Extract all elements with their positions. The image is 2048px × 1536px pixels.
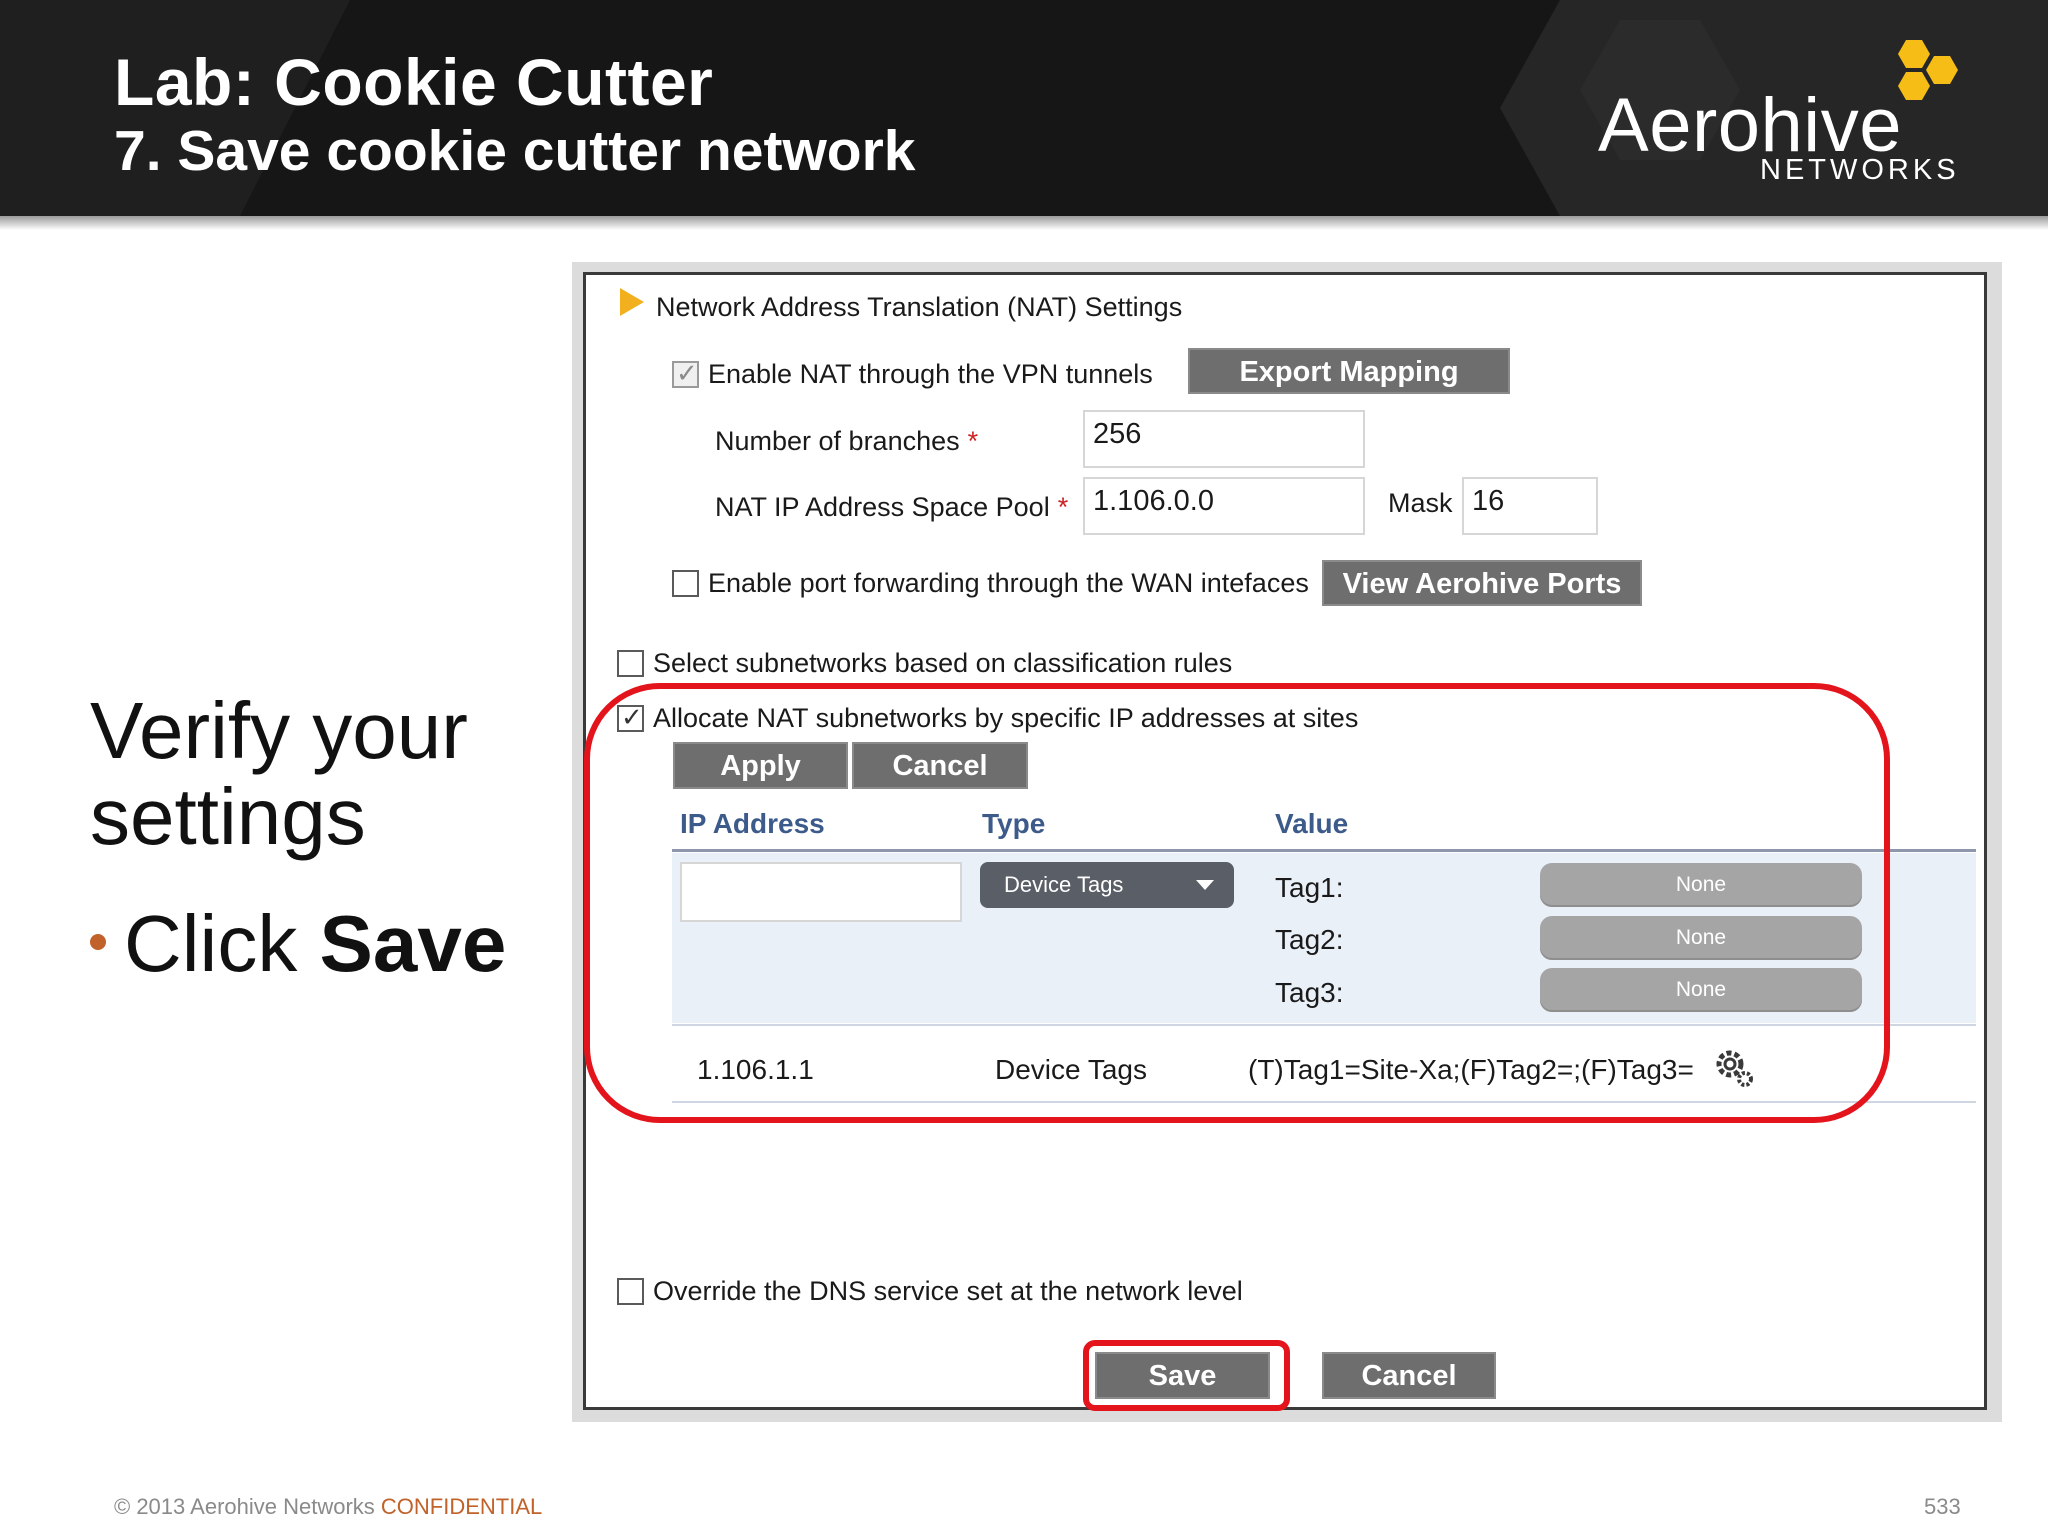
enable-nat-checkbox[interactable]	[672, 359, 699, 389]
mask-input[interactable]: 16	[1462, 477, 1598, 535]
slide-header: Lab: Cookie Cutter 7. Save cookie cutter…	[0, 0, 2048, 216]
pool-label: NAT IP Address Space Pool *	[715, 492, 1069, 522]
override-dns-label: Override the DNS service set at the netw…	[653, 1276, 1243, 1306]
bullet-icon	[90, 933, 106, 950]
override-dns-checkbox[interactable]	[617, 1278, 644, 1305]
classification-label: Select subnetworks based on classificati…	[653, 648, 1233, 678]
section-expand-icon[interactable]	[620, 288, 644, 316]
slide-subtitle: 7. Save cookie cutter network	[114, 119, 916, 183]
save-highlight-box	[1083, 1340, 1290, 1411]
instruction-bullet: Click Save	[90, 898, 506, 990]
page-number: 533	[1924, 1494, 1961, 1519]
view-aerohive-ports-button[interactable]: View Aerohive Ports	[1322, 560, 1642, 606]
enable-nat-label: Enable NAT through the VPN tunnels	[708, 359, 1153, 389]
section-title: Network Address Translation (NAT) Settin…	[656, 292, 1183, 322]
pool-input[interactable]: 1.106.0.0	[1083, 477, 1365, 535]
mask-label: Mask	[1388, 488, 1453, 518]
logo-subtitle: NETWORKS	[1760, 154, 1960, 186]
copyright-notice: © 2013 Aerohive Networks CONFIDENTIAL	[114, 1494, 543, 1519]
slide-title: Lab: Cookie Cutter	[114, 45, 714, 119]
header-shadow	[0, 216, 2048, 230]
branches-input[interactable]: 256	[1083, 410, 1365, 468]
instruction-heading: Verify your settings	[90, 686, 468, 861]
highlight-box	[584, 683, 1890, 1123]
port-forwarding-label: Enable port forwarding through the WAN i…	[708, 568, 1309, 598]
export-mapping-button[interactable]: Export Mapping	[1188, 348, 1510, 394]
branches-label: Number of branches *	[715, 426, 979, 456]
bullet-bold-text: Save	[319, 899, 507, 988]
bullet-text: Click	[124, 899, 320, 988]
classification-checkbox[interactable]	[617, 650, 644, 677]
cancel-button[interactable]: Cancel	[1322, 1352, 1496, 1399]
port-forwarding-checkbox[interactable]	[672, 570, 699, 597]
